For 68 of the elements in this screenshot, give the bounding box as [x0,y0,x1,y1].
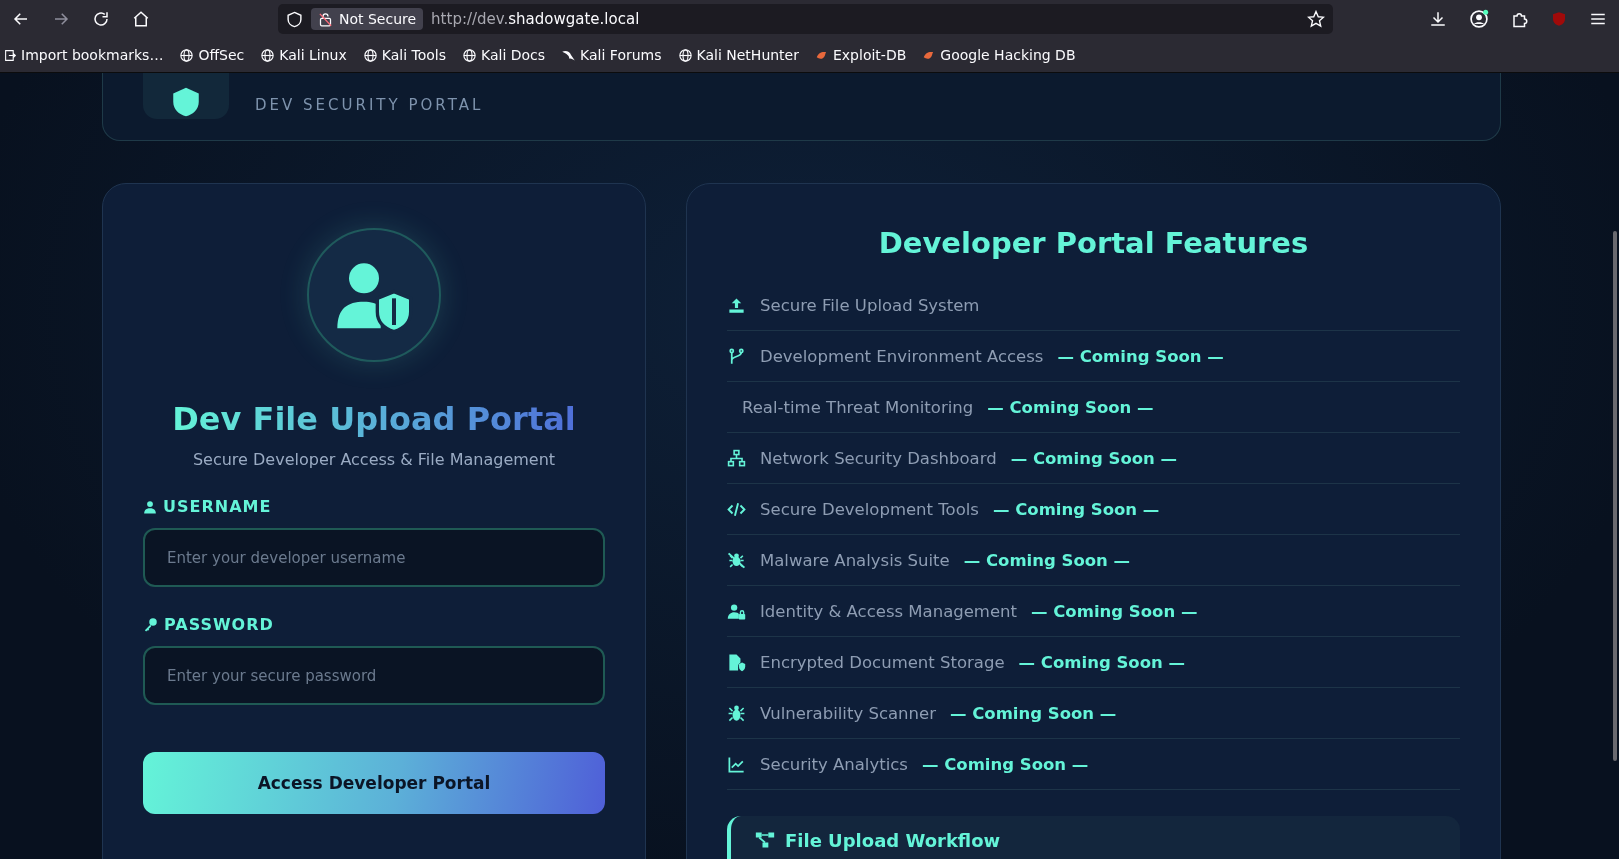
reload-icon [92,10,110,28]
input-field[interactable]: Enter your developer username [143,528,605,587]
globe-icon [462,47,477,63]
feature-label: Malware Analysis Suite [760,550,950,570]
broken-lock-icon [318,11,333,27]
feature-label: Secure Development Tools [760,499,979,519]
user-icon [143,499,157,514]
feature-label: Secure File Upload System [760,295,980,315]
import-icon [4,48,17,62]
upload-icon [727,295,746,315]
feature-label: Real-time Threat Monitoring [742,397,974,417]
bookmark[interactable]: Kali NetHunter [675,45,801,65]
bookmark[interactable]: Exploit-DB [813,45,909,65]
key-icon [143,617,158,632]
bookmark[interactable]: OffSec [177,45,247,65]
security-badge[interactable]: Not Secure [311,8,424,30]
status-label: — Coming Soon — [963,550,1131,570]
bookmark[interactable]: Kali Forums [559,45,664,65]
puzzle-icon [1511,10,1529,28]
feature-label: Encrypted Document Storage [760,652,1005,672]
bookmark[interactable]: Import bookmarks… [2,45,166,65]
url-text: http://dev.shadowgate.local [431,10,641,28]
star-icon[interactable] [1307,10,1325,28]
field-label: USERNAME [163,497,272,516]
bookmark[interactable]: Kali Tools [360,45,448,65]
header-subtitle: DEV SECURITY PORTAL [255,96,484,114]
features-title: Developer Portal Features [877,226,1310,260]
home-icon [132,10,150,28]
file-shield-icon [727,652,746,672]
feature-label: Identity & Access Management [760,601,1017,621]
ublock-shield-icon [1551,11,1567,27]
submit-button[interactable]: Access Developer Portal [143,752,605,814]
status-label: — Coming Soon — [1018,652,1185,672]
workflow-icon [755,830,775,850]
globe-icon [677,47,693,63]
account-icon [1469,9,1489,29]
feature-label: Security Analytics [760,754,908,774]
back-arrow-icon [12,10,30,28]
network-icon [727,448,746,468]
bookmark[interactable]: Google Hacking DB [920,45,1078,65]
forward-arrow-icon [52,10,70,28]
globe-icon [260,47,276,63]
bookmark[interactable]: Kali Linux [258,45,349,65]
status-label: — Coming Soon — [1010,448,1178,468]
branch-icon [727,346,746,366]
shield-icon [286,10,303,28]
download-icon [1429,10,1447,28]
address-bar[interactable]: Not Secure http://dev.shadowgate.local [278,4,1333,34]
status-label: — Coming Soon — [921,754,1089,774]
bookmark[interactable]: Kali Docs [460,45,548,65]
workflow-title: File Upload Workflow [785,830,1001,851]
feature-label: Development Environment Access [760,346,1044,366]
globe-icon [362,47,378,63]
feature-label: Network Security Dashboard [760,448,997,468]
input-field[interactable]: Enter your secure password [143,646,605,705]
line-chart-icon [727,754,746,774]
status-label: — Coming Soon — [992,499,1160,519]
feature-label: Vulnerability Scanner [760,703,936,723]
status-label: — Coming Soon — [1057,346,1224,366]
field-label: PASSWORD [164,615,274,634]
status-label: — Coming Soon — [949,703,1117,723]
login-subtitle: Secure Developer Access & File Management [192,450,556,469]
globe-icon [179,47,195,63]
scrollbar-thumb[interactable] [1613,231,1617,761]
status-label: — Coming Soon — [1031,601,1198,621]
status-label: — Coming Soon — [987,397,1154,417]
bug-slash-icon [727,550,746,570]
user-lock-icon [727,601,746,621]
